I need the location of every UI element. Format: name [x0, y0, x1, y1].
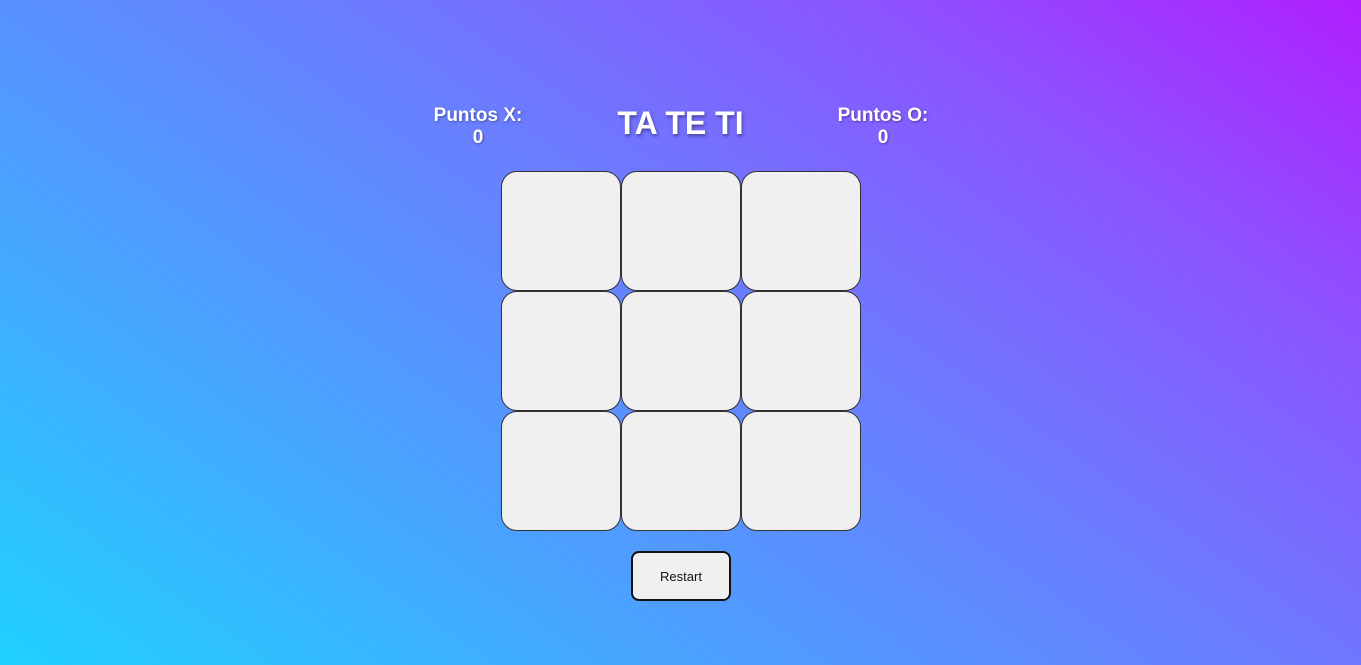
score-o-value: 0: [877, 127, 889, 148]
score-x: Puntos X: 0: [408, 105, 548, 149]
board-cell-3[interactable]: [741, 171, 861, 291]
board-cell-2[interactable]: [621, 171, 741, 291]
game-board: [501, 171, 861, 531]
restart-button[interactable]: Restart: [631, 551, 731, 601]
score-o: Puntos O: 0: [813, 105, 953, 149]
board-cell-9[interactable]: [741, 411, 861, 531]
score-x-value: 0: [472, 127, 484, 148]
board-cell-1[interactable]: [501, 171, 621, 291]
board-cell-7[interactable]: [501, 411, 621, 531]
board-cell-5[interactable]: [621, 291, 741, 411]
score-x-label: Puntos X:: [433, 105, 523, 126]
board-cell-4[interactable]: [501, 291, 621, 411]
score-o-label: Puntos O:: [837, 105, 929, 126]
board-cell-8[interactable]: [621, 411, 741, 531]
game-title: TA TE TI: [617, 105, 744, 141]
game-header: Puntos X: 0 TA TE TI Puntos O: 0: [0, 100, 1361, 160]
board-cell-6[interactable]: [741, 291, 861, 411]
